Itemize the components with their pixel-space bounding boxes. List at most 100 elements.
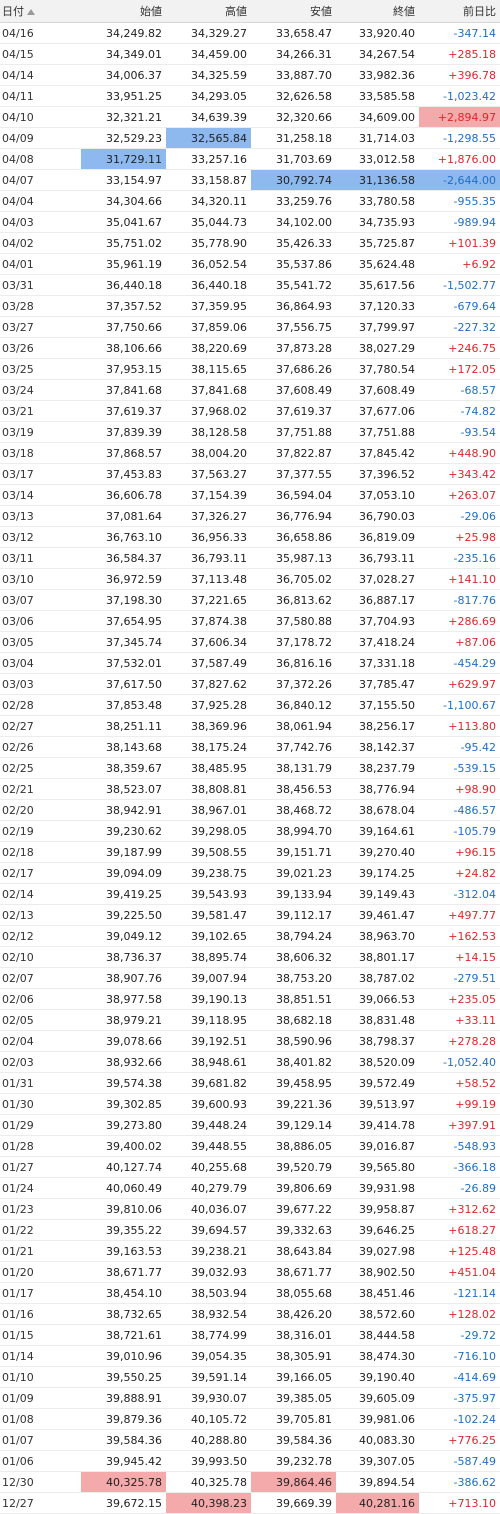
cell-close: 39,190.40 (336, 1366, 419, 1388)
cell-low: 37,377.55 (251, 463, 336, 485)
table-row: 04/08 31,729.11 33,257.16 31,703.69 33,012.5… (0, 148, 500, 170)
cell-date: 03/07 (0, 589, 81, 611)
sort-ascending-icon[interactable] (27, 9, 35, 15)
cell-change: +286.69 (419, 610, 500, 632)
cell-date: 04/09 (0, 127, 81, 149)
cell-open: 34,304.66 (81, 190, 166, 212)
cell-date: 12/30 (0, 1471, 81, 1493)
cell-close: 34,267.54 (336, 43, 419, 65)
cell-close: 38,444.58 (336, 1324, 419, 1346)
cell-low: 39,458.95 (251, 1072, 336, 1094)
cell-change: -1,298.55 (419, 127, 500, 149)
column-header-date[interactable]: 日付 (0, 0, 81, 23)
cell-low: 33,259.76 (251, 190, 336, 212)
cell-close: 38,474.30 (336, 1345, 419, 1367)
cell-open: 38,979.21 (81, 1009, 166, 1031)
column-header-close[interactable]: 終値 (336, 0, 419, 23)
cell-low: 39,221.36 (251, 1093, 336, 1115)
table-row: 03/13 37,081.64 37,326.27 36,776.94 36,790.0… (0, 505, 500, 527)
cell-close: 37,028.27 (336, 568, 419, 590)
cell-open: 36,440.18 (81, 274, 166, 296)
cell-low: 39,677.22 (251, 1198, 336, 1220)
cell-open: 38,732.65 (81, 1303, 166, 1325)
cell-change: +99.19 (419, 1093, 500, 1115)
cell-high: 38,503.94 (166, 1282, 251, 1304)
cell-high: 36,052.54 (166, 253, 251, 275)
cell-close: 37,785.47 (336, 673, 419, 695)
cell-close: 37,799.97 (336, 316, 419, 338)
cell-open: 36,972.59 (81, 568, 166, 590)
cell-open: 37,081.64 (81, 505, 166, 527)
table-row: 02/27 38,251.11 38,369.96 38,061.94 38,256.1… (0, 715, 500, 737)
table-row: 04/15 34,349.01 34,459.00 34,266.31 34,267.5… (0, 43, 500, 65)
cell-close: 39,513.97 (336, 1093, 419, 1115)
column-header-high[interactable]: 高値 (166, 0, 251, 23)
cell-low: 38,994.70 (251, 820, 336, 842)
cell-open: 38,251.11 (81, 715, 166, 737)
cell-date: 01/31 (0, 1072, 81, 1094)
cell-date: 03/21 (0, 400, 81, 422)
cell-low: 38,456.53 (251, 778, 336, 800)
cell-low: 37,372.26 (251, 673, 336, 695)
cell-low: 39,332.63 (251, 1219, 336, 1241)
cell-open: 37,532.01 (81, 652, 166, 674)
cell-open: 39,078.66 (81, 1030, 166, 1052)
cell-change: -587.49 (419, 1450, 500, 1472)
cell-high: 37,587.49 (166, 652, 251, 674)
cell-date: 03/28 (0, 295, 81, 317)
cell-close: 38,902.50 (336, 1261, 419, 1283)
cell-date: 04/03 (0, 211, 81, 233)
cell-change: +246.75 (419, 337, 500, 359)
table-row: 02/12 39,049.12 39,102.65 38,794.24 38,963.7… (0, 925, 500, 947)
cell-low: 38,401.82 (251, 1051, 336, 1073)
cell-high: 39,102.65 (166, 925, 251, 947)
cell-low: 36,816.16 (251, 652, 336, 674)
cell-high: 39,508.55 (166, 841, 251, 863)
cell-low: 35,541.72 (251, 274, 336, 296)
cell-open: 38,143.68 (81, 736, 166, 758)
cell-open: 39,945.42 (81, 1450, 166, 1472)
cell-change: +14.15 (419, 946, 500, 968)
cell-close: 37,120.33 (336, 295, 419, 317)
cell-high: 34,639.39 (166, 106, 251, 128)
cell-change: +24.82 (419, 862, 500, 884)
cell-low: 38,643.84 (251, 1240, 336, 1262)
table-row: 01/09 39,888.91 39,930.07 39,385.05 39,605.0… (0, 1387, 500, 1409)
cell-low: 31,703.69 (251, 148, 336, 170)
cell-low: 37,178.72 (251, 631, 336, 653)
cell-date: 03/03 (0, 673, 81, 695)
cell-low: 36,864.93 (251, 295, 336, 317)
cell-date: 03/27 (0, 316, 81, 338)
cell-high: 38,115.65 (166, 358, 251, 380)
cell-open: 38,977.58 (81, 988, 166, 1010)
cell-change: +448.90 (419, 442, 500, 464)
column-header-open[interactable]: 始値 (81, 0, 166, 23)
cell-low: 39,151.71 (251, 841, 336, 863)
table-row: 03/03 37,617.50 37,827.62 37,372.26 37,785.4… (0, 673, 500, 695)
cell-close: 39,605.09 (336, 1387, 419, 1409)
cell-open: 40,127.74 (81, 1156, 166, 1178)
cell-date: 04/07 (0, 169, 81, 191)
cell-close: 39,164.61 (336, 820, 419, 842)
cell-change: +162.53 (419, 925, 500, 947)
cell-high: 38,369.96 (166, 715, 251, 737)
cell-high: 39,681.82 (166, 1072, 251, 1094)
cell-close: 39,414.78 (336, 1114, 419, 1136)
table-row: 04/04 34,304.66 34,320.11 33,259.76 33,780.5… (0, 190, 500, 212)
cell-low: 37,556.75 (251, 316, 336, 338)
cell-date: 02/12 (0, 925, 81, 947)
cell-low: 39,133.94 (251, 883, 336, 905)
column-header-low[interactable]: 安値 (251, 0, 336, 23)
cell-date: 02/04 (0, 1030, 81, 1052)
cell-open: 37,953.15 (81, 358, 166, 380)
cell-date: 04/14 (0, 64, 81, 86)
cell-close: 38,678.04 (336, 799, 419, 821)
cell-date: 03/12 (0, 526, 81, 548)
cell-close: 38,451.46 (336, 1282, 419, 1304)
cell-open: 37,750.66 (81, 316, 166, 338)
column-header-change[interactable]: 前日比 (419, 0, 500, 23)
cell-open: 38,721.61 (81, 1324, 166, 1346)
cell-close: 39,307.05 (336, 1450, 419, 1472)
cell-high: 38,967.01 (166, 799, 251, 821)
cell-low: 37,873.28 (251, 337, 336, 359)
